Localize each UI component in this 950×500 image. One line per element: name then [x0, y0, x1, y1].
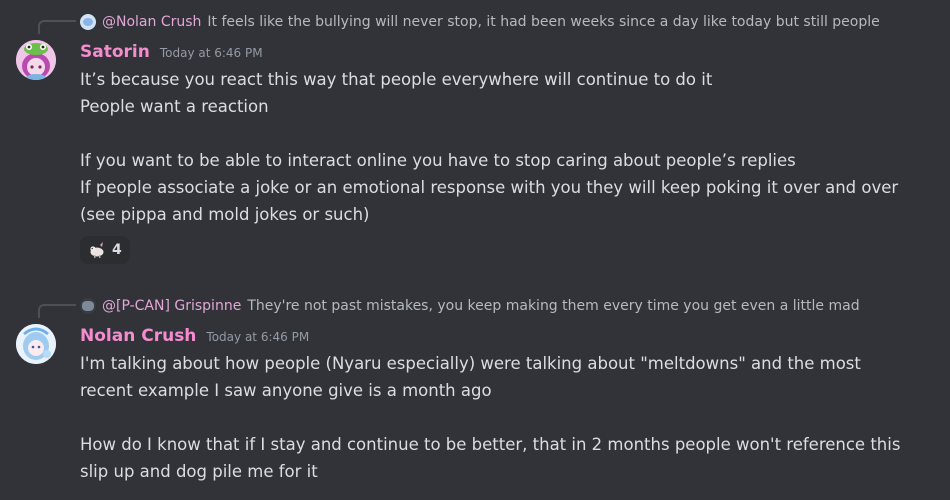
timestamp[interactable]: Today at 6:46 PM	[206, 330, 309, 344]
message-line: recent example I saw anyone give is a mo…	[80, 381, 492, 400]
message-content: It’s because you react this way that peo…	[80, 66, 898, 228]
reaction-count: 4	[112, 242, 122, 258]
reply-text[interactable]: They're not past mistakes, you keep maki…	[247, 298, 859, 314]
message-line: slip up and dog pile me for it	[80, 462, 318, 481]
reply-spine	[38, 20, 76, 34]
username[interactable]: Nolan Crush	[80, 326, 196, 346]
reply-preview[interactable]: @[P-CAN] Grispinne They're not past mist…	[80, 296, 860, 316]
message-line: (see pippa and mold jokes or such)	[80, 205, 370, 224]
message-line: I'm talking about how people (Nyaru espe…	[80, 354, 861, 373]
message-content: I'm talking about how people (Nyaru espe…	[80, 350, 900, 485]
username[interactable]: Satorin	[80, 42, 150, 62]
reply-avatar	[80, 298, 96, 314]
nolan-crush-avatar-icon	[16, 324, 56, 364]
message-header: Nolan Crush Today at 6:46 PM	[80, 326, 309, 346]
message-line: It’s because you react this way that peo…	[80, 70, 713, 89]
reply-author[interactable]: @Nolan Crush	[102, 14, 201, 30]
satorin-avatar-icon	[16, 40, 56, 80]
timestamp[interactable]: Today at 6:46 PM	[160, 46, 263, 60]
reply-text[interactable]: It feels like the bullying will never st…	[207, 14, 879, 30]
reply-spine	[38, 304, 76, 318]
avatar[interactable]	[16, 324, 56, 364]
reply-avatar	[80, 14, 96, 30]
sheep-emoji-icon	[88, 241, 106, 259]
reaction-button[interactable]: 4	[80, 236, 130, 264]
message-header: Satorin Today at 6:46 PM	[80, 42, 263, 62]
message-line: If people associate a joke or an emotion…	[80, 178, 899, 197]
message-line: How do I know that if I stay and continu…	[80, 435, 901, 454]
reply-author[interactable]: @[P-CAN] Grispinne	[102, 298, 241, 314]
reply-preview[interactable]: @Nolan Crush It feels like the bullying …	[80, 12, 880, 32]
message-line: People want a reaction	[80, 97, 269, 116]
avatar[interactable]	[16, 40, 56, 80]
message-line: If you want to be able to interact onlin…	[80, 151, 796, 170]
